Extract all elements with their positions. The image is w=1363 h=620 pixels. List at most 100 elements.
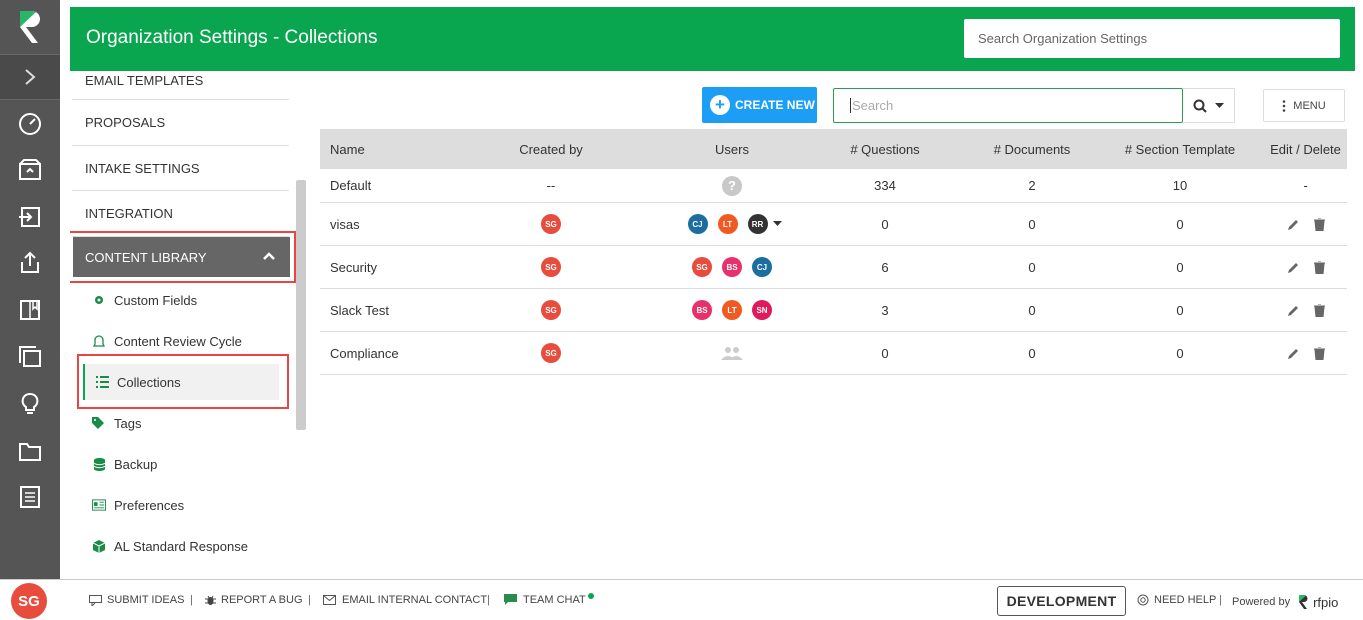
dashboard-icon[interactable] bbox=[14, 107, 46, 139]
email-contact-link[interactable]: EMAIL INTERNAL CONTACT bbox=[323, 594, 487, 606]
avatar: BS bbox=[692, 300, 712, 320]
questions-count: 334 bbox=[874, 178, 896, 193]
edit-delete-cell bbox=[1264, 217, 1347, 231]
search-button[interactable] bbox=[1183, 88, 1235, 123]
trash-icon[interactable] bbox=[1313, 346, 1325, 360]
table-row[interactable]: Compliance SG 0 0 0 bbox=[320, 332, 1347, 375]
collections-search-input[interactable]: Search bbox=[833, 88, 1183, 123]
menu-button[interactable]: MENU bbox=[1263, 89, 1345, 122]
nav-item-label: Content Review Cycle bbox=[114, 333, 242, 349]
collections-table: Name Created by Users # Questions # Docu… bbox=[320, 129, 1347, 375]
bell-icon bbox=[92, 334, 106, 348]
column-header[interactable]: Created by bbox=[440, 142, 662, 157]
trash-icon[interactable] bbox=[1313, 217, 1325, 231]
column-header[interactable]: # Questions bbox=[802, 142, 968, 157]
table-row[interactable]: Default -- ? 334 2 10 - bbox=[320, 169, 1347, 203]
section-template-count: 0 bbox=[1176, 345, 1184, 361]
caret-down-icon[interactable] bbox=[1215, 102, 1224, 109]
need-help-link[interactable]: NEED HELP bbox=[1137, 594, 1216, 606]
book-icon[interactable] bbox=[14, 294, 46, 326]
report-bug-link[interactable]: REPORT A BUG bbox=[205, 594, 303, 606]
need-help-label: NEED HELP bbox=[1154, 594, 1217, 606]
avatar: LT bbox=[717, 214, 738, 234]
pencil-icon[interactable] bbox=[1287, 218, 1300, 231]
avatar: LT bbox=[722, 300, 742, 320]
nav-preferences[interactable]: Preferences bbox=[82, 487, 280, 523]
column-header[interactable]: # Section Template bbox=[1096, 142, 1264, 157]
divider: | bbox=[1219, 594, 1222, 606]
team-chat-label: TEAM CHAT bbox=[523, 594, 586, 606]
nav-al-standard-response[interactable]: AL Standard Response bbox=[82, 528, 280, 564]
collection-name[interactable]: Security bbox=[320, 260, 440, 275]
document-list-icon[interactable] bbox=[14, 481, 46, 513]
section-template-count: 10 bbox=[1172, 178, 1188, 193]
documents-count: 0 bbox=[1028, 345, 1036, 361]
divider: | bbox=[190, 594, 193, 606]
users-cell bbox=[662, 346, 802, 360]
created-by: SG bbox=[440, 257, 662, 277]
import-icon[interactable] bbox=[14, 201, 46, 233]
pencil-icon[interactable] bbox=[1287, 304, 1300, 317]
column-header[interactable]: Name bbox=[320, 142, 440, 157]
users-cell: BS LT SN bbox=[662, 300, 802, 320]
collection-name[interactable]: Default bbox=[320, 178, 440, 193]
left-rail bbox=[0, 0, 60, 580]
highlight-box bbox=[77, 354, 289, 409]
pencil-icon[interactable] bbox=[1287, 347, 1300, 360]
brand-name: rfpio bbox=[1313, 594, 1339, 610]
table-row[interactable]: Security SG SG BS CJ 6 0 0 bbox=[320, 246, 1347, 289]
lightbulb-icon[interactable] bbox=[14, 388, 46, 420]
settings-search-input[interactable]: Search Organization Settings bbox=[964, 19, 1340, 58]
environment-badge: DEVELOPMENT bbox=[997, 586, 1126, 616]
question-icon: ? bbox=[722, 175, 742, 196]
questions-count: 0 bbox=[881, 345, 889, 361]
submit-ideas-link[interactable]: SUBMIT IDEAS bbox=[89, 594, 184, 606]
questions-count: 6 bbox=[881, 259, 889, 275]
team-chat-link[interactable]: TEAM CHAT bbox=[504, 593, 594, 606]
caret-down-icon[interactable] bbox=[772, 221, 782, 227]
nav-proposals[interactable]: PROPOSALS bbox=[72, 100, 289, 146]
users-cell: CJ LT RR bbox=[662, 214, 802, 234]
copy-icon[interactable] bbox=[14, 341, 46, 373]
menu-label: MENU bbox=[1293, 99, 1326, 112]
logo-icon[interactable] bbox=[0, 0, 60, 54]
collection-name[interactable]: Compliance bbox=[320, 346, 440, 361]
preferences-icon bbox=[92, 498, 106, 512]
edit-delete-cell bbox=[1264, 303, 1347, 317]
bug-icon bbox=[205, 595, 216, 605]
nav-custom-fields[interactable]: Custom Fields bbox=[82, 282, 280, 318]
folder-icon[interactable] bbox=[14, 435, 46, 467]
export-icon[interactable] bbox=[14, 247, 46, 279]
avatar: CJ bbox=[687, 214, 708, 234]
trash-icon[interactable] bbox=[1313, 303, 1325, 317]
column-header: Edit / Delete bbox=[1270, 141, 1341, 157]
avatar: BS bbox=[722, 257, 742, 277]
column-header[interactable]: Users bbox=[662, 142, 802, 157]
inbox-icon[interactable] bbox=[14, 154, 46, 186]
expand-icon[interactable] bbox=[0, 54, 60, 100]
table-row[interactable]: visas SG CJ LT RR 0 0 0 bbox=[320, 203, 1347, 246]
nav-tags[interactable]: Tags bbox=[82, 405, 280, 441]
user-avatar[interactable]: SG bbox=[11, 583, 47, 619]
documents-count: 2 bbox=[1028, 178, 1036, 193]
nav-email-templates[interactable]: EMAIL TEMPLATES bbox=[72, 71, 289, 100]
table-row[interactable]: Slack Test SG BS LT SN 3 0 0 bbox=[320, 289, 1347, 332]
pencil-icon[interactable] bbox=[1287, 261, 1300, 274]
create-new-label: CREATE NEW bbox=[735, 98, 815, 112]
collection-name[interactable]: Slack Test bbox=[320, 303, 440, 318]
column-header[interactable]: # Documents bbox=[968, 142, 1096, 157]
trash-icon[interactable] bbox=[1313, 260, 1325, 274]
nav-intake-settings[interactable]: INTAKE SETTINGS bbox=[72, 146, 289, 191]
nav-item-label: Custom Fields bbox=[114, 292, 198, 308]
avatar: SG bbox=[541, 300, 561, 320]
chat-icon bbox=[504, 594, 517, 605]
collection-name[interactable]: visas bbox=[320, 217, 440, 232]
sidenav-scrollbar[interactable] bbox=[296, 180, 306, 430]
nav-backup[interactable]: Backup bbox=[82, 446, 280, 482]
rfpio-logo-icon bbox=[1299, 594, 1308, 609]
created-by: SG bbox=[440, 343, 662, 363]
questions-count: 0 bbox=[881, 216, 889, 232]
powered-by-label: Powered by bbox=[1232, 596, 1291, 608]
create-new-button[interactable]: + CREATE NEW bbox=[702, 87, 817, 123]
search-placeholder: Search bbox=[850, 98, 894, 113]
